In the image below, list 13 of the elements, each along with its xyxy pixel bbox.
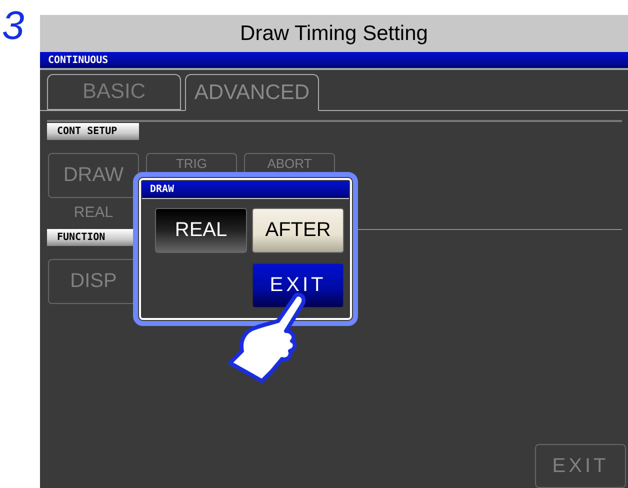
option-button[interactable]: AFTER xyxy=(252,208,344,253)
pointing-hand-icon xyxy=(226,291,308,383)
section-label: CONT SETUP xyxy=(47,123,139,140)
dialog-exit-button[interactable]: EXIT xyxy=(252,263,344,308)
tab[interactable]: BASIC xyxy=(47,74,181,110)
step-number: 3 xyxy=(2,8,24,44)
tab[interactable]: ADVANCED xyxy=(185,74,319,111)
current-value: REAL xyxy=(74,204,114,221)
dialog-title: DRAW xyxy=(142,181,349,199)
exit-button[interactable]: EXIT xyxy=(535,444,626,488)
window-title: Draw Timing Setting xyxy=(40,15,628,52)
mode-header: CONTINUOUS xyxy=(40,52,628,70)
option-button[interactable]: REAL xyxy=(155,208,247,253)
